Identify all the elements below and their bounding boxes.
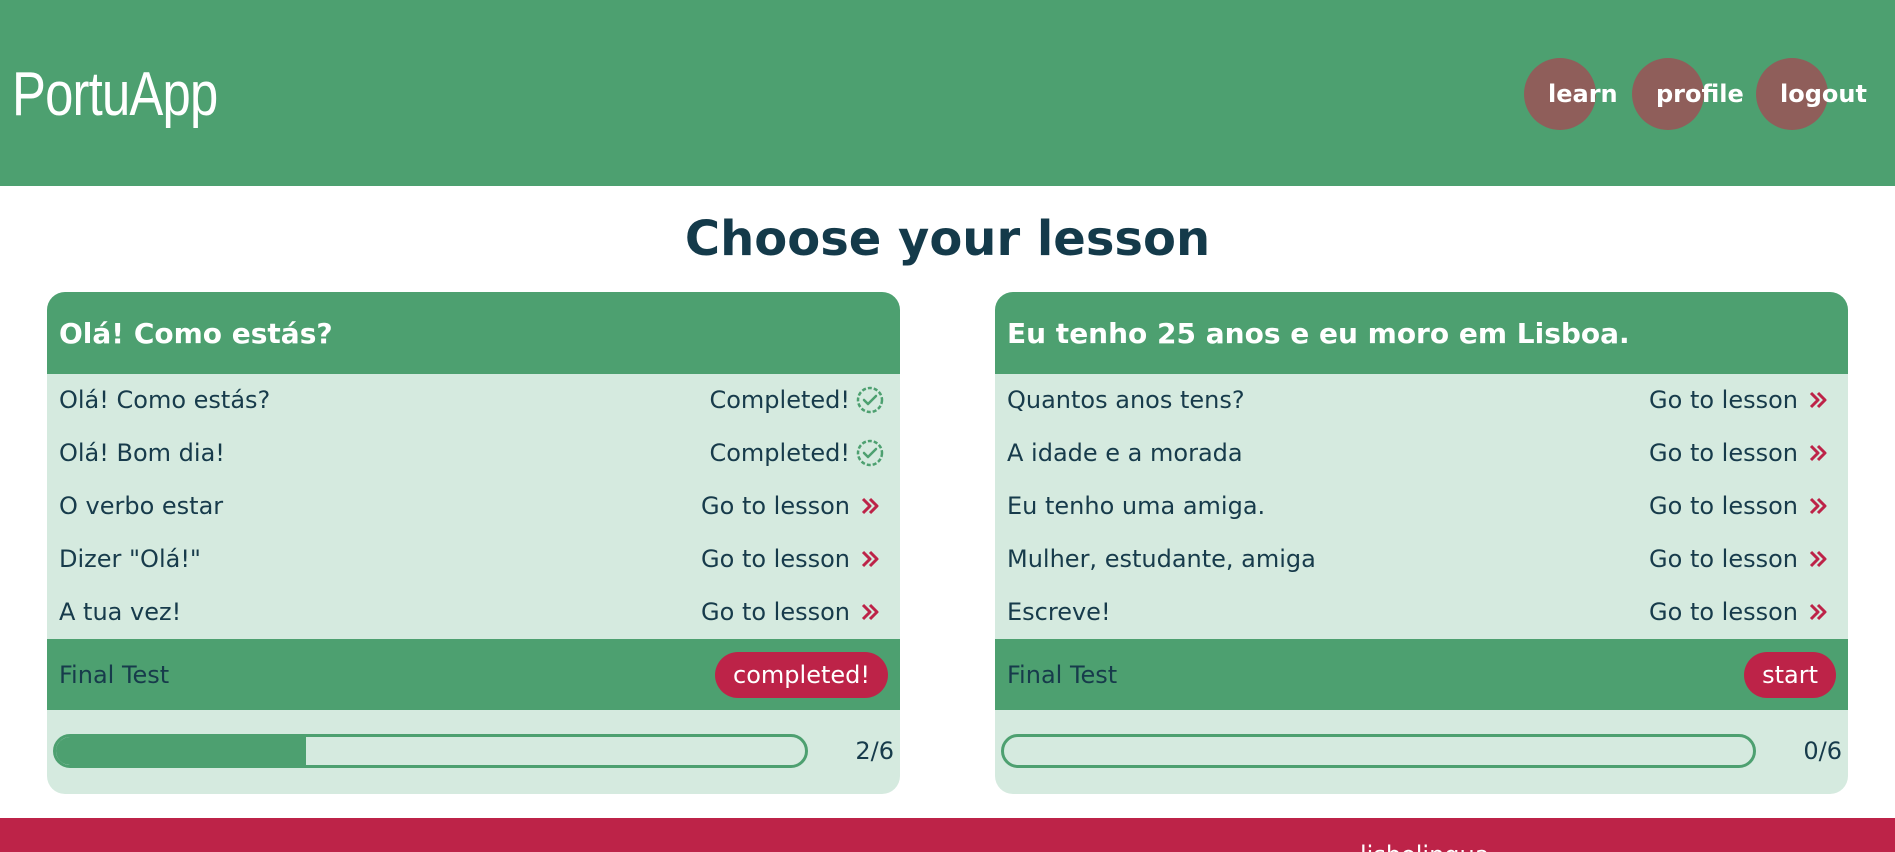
unit-card: Olá! Como estás? Olá! Como estás? Comple…	[47, 292, 900, 794]
lesson-action-label: Go to lesson	[1649, 492, 1798, 520]
unit-title: Olá! Como estás?	[59, 317, 333, 350]
nav-logout-label: logout	[1780, 80, 1867, 108]
lesson-action-label: Completed!	[709, 386, 850, 414]
lesson-name: O verbo estar	[59, 492, 224, 520]
lesson-row: A idade e a morada Go to lesson	[995, 427, 1848, 480]
final-test-label: Final Test	[1007, 661, 1118, 689]
double-chevron-right-icon	[854, 543, 886, 575]
final-test-start-button[interactable]: start	[1744, 652, 1836, 698]
lesson-row: Quantos anos tens? Go to lesson	[995, 374, 1848, 427]
double-chevron-right-icon	[854, 490, 886, 522]
lesson-row: Eu tenho uma amiga. Go to lesson	[995, 480, 1848, 533]
lesson-action-label: Go to lesson	[1649, 439, 1798, 467]
lesson-name: Olá! Como estás?	[59, 386, 271, 414]
go-to-lesson-link[interactable]: Go to lesson	[701, 490, 886, 522]
go-to-lesson-link[interactable]: Go to lesson	[1649, 490, 1834, 522]
unit-card: Eu tenho 25 anos e eu moro em Lisboa. Qu…	[995, 292, 1848, 794]
nav-profile-label: profile	[1656, 80, 1744, 108]
lesson-action-label: Go to lesson	[701, 598, 850, 626]
lesson-action-label: Go to lesson	[1649, 598, 1798, 626]
unit-card-header: Olá! Como estás?	[47, 292, 900, 374]
progress-fill	[56, 737, 306, 765]
double-chevron-right-icon	[1802, 596, 1834, 628]
unit-title: Eu tenho 25 anos e eu moro em Lisboa.	[1007, 317, 1630, 350]
go-to-lesson-link[interactable]: Go to lesson	[701, 543, 886, 575]
final-test-completed-button[interactable]: completed!	[715, 652, 888, 698]
main-nav: learn profile logout	[0, 58, 1895, 130]
lesson-row: Dizer "Olá!" Go to lesson	[47, 533, 900, 586]
lesson-row: Escreve! Go to lesson	[995, 586, 1848, 639]
lesson-name: Quantos anos tens?	[1007, 386, 1245, 414]
page-title: Choose your lesson	[684, 211, 1211, 267]
lesson-name: A idade e a morada	[1007, 439, 1243, 467]
lesson-name: Mulher, estudante, amiga	[1007, 545, 1316, 573]
lesson-action-label: Go to lesson	[701, 492, 850, 520]
go-to-lesson-link[interactable]: Go to lesson	[701, 596, 886, 628]
final-test-row: Final Test completed!	[47, 639, 900, 710]
lesson-name: Escreve!	[1007, 598, 1111, 626]
lesson-row: A tua vez! Go to lesson	[47, 586, 900, 639]
check-badge-icon	[854, 437, 886, 469]
progress-count: 2/6	[855, 737, 894, 765]
lesson-name: Olá! Bom dia!	[59, 439, 225, 467]
unit-card-header: Eu tenho 25 anos e eu moro em Lisboa.	[995, 292, 1848, 374]
lesson-row: Olá! Como estás? Completed!	[47, 374, 900, 427]
app-header: PortuApp learn profile logout	[0, 0, 1895, 186]
double-chevron-right-icon	[1802, 437, 1834, 469]
footer-text[interactable]: lisbolingua	[1360, 840, 1489, 852]
double-chevron-right-icon	[1802, 490, 1834, 522]
go-to-lesson-link[interactable]: Go to lesson	[1649, 596, 1834, 628]
lesson-completed-status[interactable]: Completed!	[709, 437, 886, 469]
lesson-row: O verbo estar Go to lesson	[47, 480, 900, 533]
go-to-lesson-link[interactable]: Go to lesson	[1649, 437, 1834, 469]
go-to-lesson-link[interactable]: Go to lesson	[1649, 543, 1834, 575]
lesson-action-label: Go to lesson	[701, 545, 850, 573]
progress-bar	[53, 734, 808, 768]
double-chevron-right-icon	[1802, 543, 1834, 575]
lesson-name: Eu tenho uma amiga.	[1007, 492, 1266, 520]
final-test-label: Final Test	[59, 661, 170, 689]
double-chevron-right-icon	[1802, 384, 1834, 416]
nav-learn-label: learn	[1548, 80, 1618, 108]
lesson-action-label: Completed!	[709, 439, 850, 467]
progress-bar	[1001, 734, 1756, 768]
lesson-name: A tua vez!	[59, 598, 182, 626]
lesson-completed-status[interactable]: Completed!	[709, 384, 886, 416]
lesson-action-label: Go to lesson	[1649, 545, 1798, 573]
double-chevron-right-icon	[854, 596, 886, 628]
lesson-action-label: Go to lesson	[1649, 386, 1798, 414]
progress-count: 0/6	[1803, 737, 1842, 765]
page-footer: lisbolingua	[0, 818, 1895, 852]
final-test-row: Final Test start	[995, 639, 1848, 710]
go-to-lesson-link[interactable]: Go to lesson	[1649, 384, 1834, 416]
lesson-row: Olá! Bom dia! Completed!	[47, 427, 900, 480]
lesson-name: Dizer "Olá!"	[59, 545, 201, 573]
lesson-row: Mulher, estudante, amiga Go to lesson	[995, 533, 1848, 586]
check-badge-icon	[854, 384, 886, 416]
